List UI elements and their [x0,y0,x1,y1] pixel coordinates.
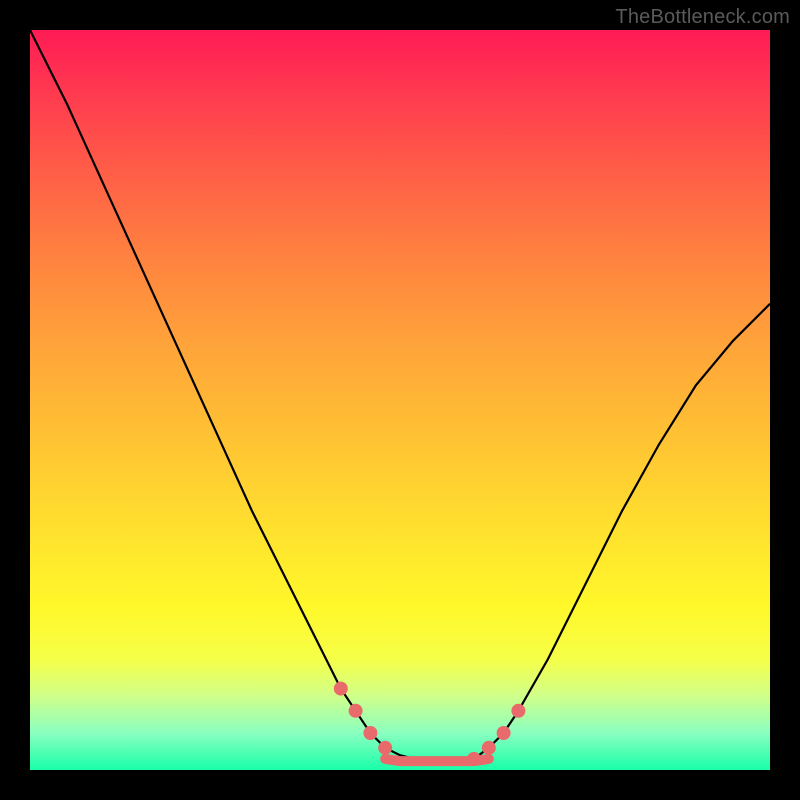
dot [511,704,525,718]
series-corner-dots-left [334,682,392,755]
dot [363,726,377,740]
watermark-text: TheBottleneck.com [615,6,790,29]
chart-svg [30,30,770,770]
dot [349,704,363,718]
dot [334,682,348,696]
dot [482,741,496,755]
right-curve-path [474,304,770,759]
chart-frame: TheBottleneck.com [0,0,800,800]
series-left-curve [30,30,415,759]
dot [497,726,511,740]
dot [378,741,392,755]
series-right-curve [474,304,770,759]
series-corner-dots-right [467,704,525,766]
dot [467,752,481,766]
left-curve-path [30,30,415,759]
plot-area [30,30,770,770]
